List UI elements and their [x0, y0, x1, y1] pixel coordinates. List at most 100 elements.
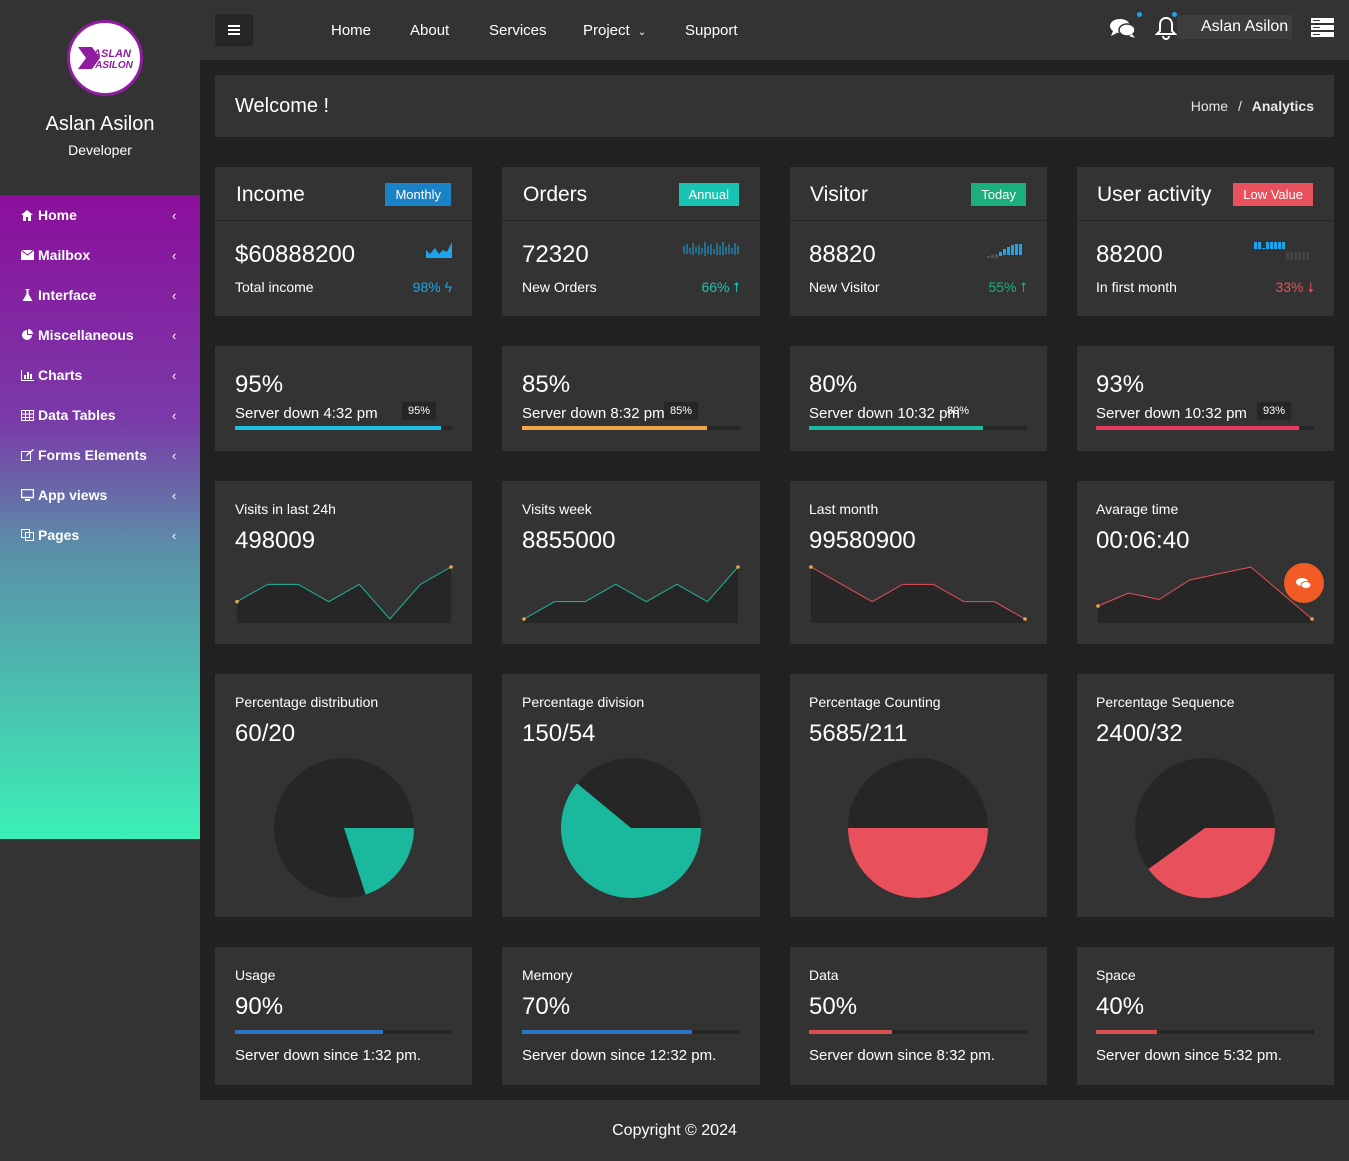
percentage-card: Percentage distribution 60/20: [215, 674, 472, 917]
progress-value: 93%: [1096, 371, 1145, 398]
nav-services[interactable]: Services: [489, 22, 547, 39]
chat-icon[interactable]: [1110, 17, 1136, 44]
sidebar-item-label: Forms Elements: [38, 447, 147, 463]
card-badge: Low Value: [1233, 183, 1313, 206]
sparkline-area: [237, 567, 451, 623]
card-value: 88200: [1096, 241, 1163, 268]
usage-note: Server down since 1:32 pm.: [235, 1047, 421, 1064]
footer: Copyright © 2024: [0, 1100, 1349, 1161]
arrow-up-icon: ⭡: [1020, 279, 1027, 295]
progress-card: 95% Server down 4:32 pm 95%: [215, 346, 472, 451]
sidebar-item-label: Data Tables: [38, 407, 116, 423]
card-percent: 55% ⭡: [988, 279, 1027, 296]
sparkline-point: [809, 565, 813, 569]
bell-icon[interactable]: [1154, 15, 1178, 45]
visits-value: 99580900: [809, 527, 916, 554]
usage-card: Data 50% Server down since 8:32 pm.: [790, 947, 1047, 1085]
nav-support[interactable]: Support: [685, 22, 738, 39]
sidebar-item-app-views[interactable]: App views ‹: [0, 475, 200, 515]
percentage-label: Percentage Counting: [809, 694, 941, 710]
chat-float-button[interactable]: [1284, 563, 1324, 603]
stacked-bar-sparkline-icon: [1254, 240, 1314, 267]
sidebar-item-charts[interactable]: Charts ‹: [0, 355, 200, 395]
card-title: Visitor: [810, 183, 868, 206]
sidebar-item-pages[interactable]: Pages ‹: [0, 515, 200, 555]
stat-card-user-activity: User activity Low Value 88200 In first m…: [1077, 167, 1334, 316]
pie-slice-value: [848, 828, 988, 898]
visits-label: Avarage time: [1096, 501, 1179, 517]
progress-bar: [1096, 426, 1314, 430]
stat-card-visitor: Visitor Today 88820 New Visitor 55% ⭡: [790, 167, 1047, 316]
nav-about[interactable]: About: [410, 22, 449, 39]
sidebar-item-interface[interactable]: Interface ‹: [0, 275, 200, 315]
usage-value: 90%: [235, 993, 284, 1020]
sparkline-point: [736, 565, 740, 569]
progress-tooltip: 95%: [402, 402, 437, 420]
card-badge: Annual: [678, 183, 739, 206]
page-header: Welcome ! Home / Analytics: [215, 75, 1334, 137]
percentage-label: Percentage division: [522, 694, 645, 710]
chevron-left-icon: ‹: [172, 447, 177, 463]
bolt-icon: ϟ: [444, 279, 452, 295]
percentage-card: Percentage division 150/54: [502, 674, 760, 917]
progress-value: 85%: [522, 371, 571, 398]
profile-logo: ASLAN ASILON: [67, 20, 143, 96]
nav-project[interactable]: Project ⌄: [583, 22, 646, 39]
sidebar-item-miscellaneous[interactable]: Miscellaneous ‹: [0, 315, 200, 355]
usage-bar: [235, 1030, 452, 1034]
progress-fill: [1096, 426, 1299, 430]
chevron-left-icon: ‹: [172, 207, 177, 223]
usage-bar: [1096, 1030, 1314, 1034]
flask-icon: [20, 288, 34, 302]
chevron-left-icon: ‹: [172, 407, 177, 423]
area-sparkline-icon: [426, 240, 452, 263]
visits-sparkline: [235, 565, 453, 623]
card-percent: 98% ϟ: [413, 279, 452, 295]
sidebar-item-forms-elements[interactable]: Forms Elements ‹: [0, 435, 200, 475]
usage-note: Server down since 8:32 pm.: [809, 1047, 995, 1064]
visits-card: Visits in last 24h 498009: [215, 481, 472, 644]
chevron-left-icon: ‹: [172, 527, 177, 543]
progress-label: Server down 4:32 pm: [235, 405, 378, 422]
card-divider: [502, 220, 760, 221]
bar-sparkline-icon: [987, 242, 1027, 265]
usage-value: 50%: [809, 993, 858, 1020]
sparkline-area: [524, 567, 738, 623]
percentage-card: Percentage Sequence 2400/32: [1077, 674, 1334, 917]
card-label: New Orders: [522, 279, 597, 295]
breadcrumb-home[interactable]: Home: [1191, 98, 1228, 114]
chevron-down-icon: ⌄: [637, 27, 647, 38]
usage-bar: [809, 1030, 1027, 1034]
percentage-value: 5685/211: [809, 720, 908, 747]
percent-value: 98%: [412, 279, 441, 295]
percentage-pie-chart: [1135, 758, 1275, 898]
menu-toggle-button[interactable]: [215, 14, 253, 46]
progress-label: Server down 8:32 pm: [522, 405, 665, 422]
nav-home[interactable]: Home: [331, 22, 371, 39]
progress-bar: [809, 426, 1027, 430]
chevron-left-icon: ‹: [172, 247, 177, 263]
sparkline-point: [1023, 617, 1027, 621]
chevron-left-icon: ‹: [172, 287, 177, 303]
sidebar-item-data-tables[interactable]: Data Tables ‹: [0, 395, 200, 435]
settings-list-icon[interactable]: [1311, 18, 1334, 42]
visits-value: 8855000: [522, 527, 616, 554]
svg-text:ASILON: ASILON: [94, 60, 134, 71]
table-icon: [20, 408, 34, 422]
sidebar-item-home[interactable]: Home ‹: [0, 195, 200, 235]
user-menu[interactable]: Aslan Asilon: [1177, 15, 1293, 39]
progress-fill: [522, 426, 708, 430]
visits-sparkline: [809, 565, 1027, 623]
chevron-left-icon: ‹: [172, 487, 177, 503]
visits-sparkline: [522, 565, 740, 623]
percentage-label: Percentage Sequence: [1096, 694, 1235, 710]
progress-card: 93% Server down 10:32 pm 93%: [1077, 346, 1334, 451]
svg-text:ASLAN: ASLAN: [92, 48, 132, 60]
chevron-left-icon: ‹: [172, 327, 177, 343]
visits-card: Avarage time 00:06:40: [1077, 481, 1334, 644]
percentage-card: Percentage Counting 5685/211: [790, 674, 1047, 917]
sidebar-item-mailbox[interactable]: Mailbox ‹: [0, 235, 200, 275]
percent-value: 33%: [1275, 279, 1304, 295]
bar-chart-icon: [20, 368, 34, 382]
sparkline-point: [449, 565, 453, 569]
